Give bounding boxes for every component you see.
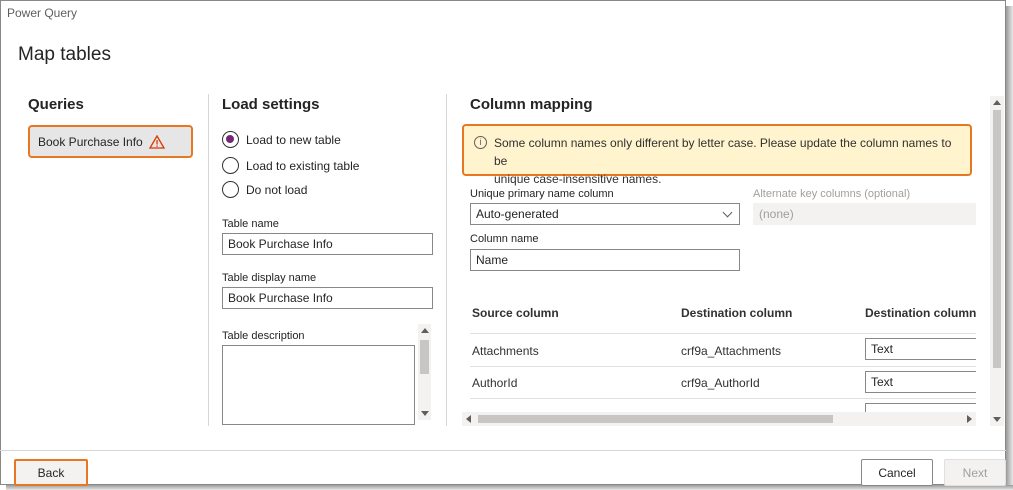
destination-type-select[interactable]: Text (865, 371, 976, 393)
warning-text-line1: Some column names only different by lett… (494, 136, 952, 168)
column-name-label: Column name (470, 233, 539, 245)
row-divider (470, 366, 976, 367)
table-name-input[interactable]: Book Purchase Info (222, 233, 433, 255)
scroll-thumb[interactable] (478, 415, 833, 423)
radio-do-not-load[interactable]: Do not load (222, 181, 307, 198)
source-column-header: Source column (472, 306, 559, 320)
table-description-textarea[interactable] (222, 345, 415, 425)
destination-cell: crf9a_Attachments (681, 344, 782, 358)
table-display-name-input[interactable]: Book Purchase Info (222, 287, 433, 309)
scroll-down-icon[interactable] (421, 411, 429, 416)
query-item-book-purchase-info[interactable]: Book Purchase Info (28, 125, 193, 158)
scroll-thumb[interactable] (420, 340, 429, 374)
column-name-input[interactable]: Name (470, 249, 740, 271)
destination-cell: crf9a_AuthorId (681, 376, 760, 390)
source-cell: AuthorId (472, 376, 518, 390)
radio-button[interactable] (222, 157, 239, 174)
window-shadow-right (1006, 6, 1013, 490)
table-name-label: Table name (222, 218, 279, 230)
source-cell: Attachments (472, 344, 539, 358)
scroll-up-icon[interactable] (421, 328, 429, 333)
scroll-right-icon[interactable] (967, 415, 972, 423)
column-mapping-header: Column mapping (470, 96, 593, 113)
radio-button-checked[interactable] (222, 131, 239, 148)
scroll-up-icon[interactable] (993, 100, 1001, 105)
row-divider (470, 333, 976, 334)
queries-header: Queries (28, 96, 84, 113)
warning-text-line2: unique case-insensitive names. (494, 172, 662, 186)
radio-label: Load to existing table (246, 158, 360, 173)
radio-label: Load to new table (246, 132, 341, 147)
scroll-left-icon[interactable] (466, 415, 471, 423)
radio-load-new-table[interactable]: Load to new table (222, 131, 341, 148)
radio-button[interactable] (222, 181, 239, 198)
next-button[interactable]: Next (944, 459, 1006, 486)
destination-type-select-partial[interactable] (865, 403, 976, 412)
chevron-down-icon (722, 207, 733, 218)
info-icon: i (474, 136, 487, 149)
alternate-key-label: Alternate key columns (optional) (753, 188, 911, 200)
unique-primary-label: Unique primary name column (470, 188, 614, 200)
main-vertical-scrollbar[interactable] (990, 96, 1004, 426)
unique-primary-value: Auto-generated (476, 207, 559, 221)
destination-column-header: Destination column (681, 306, 793, 320)
back-button[interactable]: Back (14, 459, 88, 486)
scroll-down-icon[interactable] (993, 417, 1001, 422)
alternate-key-input: (none) (753, 203, 976, 225)
warning-icon (148, 134, 165, 149)
destination-type-select[interactable]: Text (865, 338, 976, 360)
mapping-horizontal-scrollbar[interactable] (462, 412, 976, 426)
unique-primary-select[interactable]: Auto-generated (470, 203, 740, 225)
radio-load-existing-table[interactable]: Load to existing table (222, 157, 359, 174)
divider-settings (446, 94, 447, 426)
radio-label: Do not load (246, 182, 308, 197)
destination-type-header: Destination column t (865, 306, 976, 320)
scroll-thumb[interactable] (993, 110, 1001, 368)
table-description-label: Table description (222, 330, 305, 342)
case-warning-banner: i Some column names only different by le… (462, 124, 972, 186)
query-item-label: Book Purchase Info (38, 134, 143, 149)
settings-scrollbar[interactable] (418, 324, 431, 420)
dialog-title: Map tables (18, 44, 111, 65)
footer-divider (0, 450, 1006, 451)
table-display-name-label: Table display name (222, 272, 317, 284)
divider-queries (208, 94, 209, 426)
row-divider (470, 398, 976, 399)
cancel-button[interactable]: Cancel (861, 459, 933, 486)
window-title: Power Query (7, 6, 78, 20)
load-settings-header: Load settings (222, 96, 320, 113)
